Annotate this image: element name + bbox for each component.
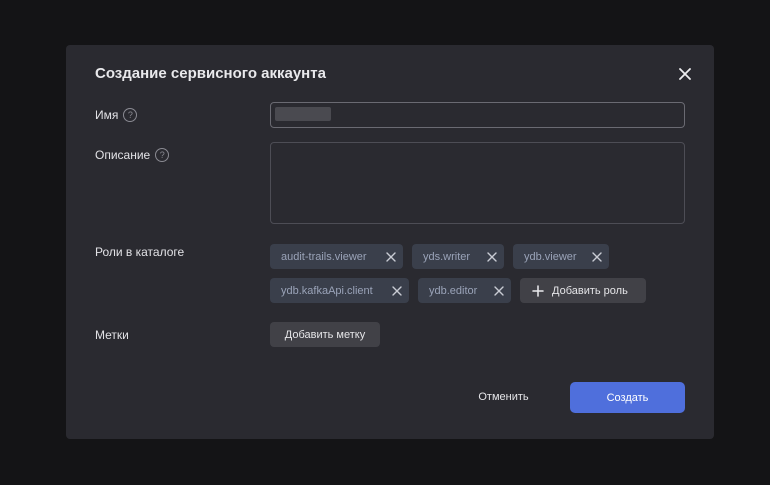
role-chip: ydb.editor [418, 278, 511, 303]
roles-label-row: Роли в каталоге [95, 245, 184, 259]
labels-label-row: Метки [95, 328, 129, 342]
add-label-text: Добавить метку [284, 328, 366, 341]
role-chip-label: ydb.viewer [524, 250, 577, 263]
close-icon [493, 285, 504, 296]
remove-role-button[interactable] [492, 284, 505, 297]
close-icon [591, 251, 602, 262]
remove-role-button[interactable] [485, 250, 498, 263]
name-input[interactable] [270, 102, 685, 128]
create-service-account-dialog: Создание сервисного аккаунта Имя ? Описа… [66, 45, 714, 439]
description-label: Описание [95, 148, 151, 162]
role-chip-label: ydb.kafkaApi.client [281, 284, 373, 297]
remove-role-button[interactable] [384, 250, 397, 263]
help-icon[interactable]: ? [123, 108, 138, 122]
help-icon[interactable]: ? [155, 148, 170, 162]
remove-role-button[interactable] [390, 284, 403, 297]
dialog-title: Создание сервисного аккаунта [95, 65, 326, 82]
add-role-label: Добавить роль [552, 284, 628, 297]
role-chip: ydb.viewer [513, 244, 609, 269]
close-icon [486, 251, 497, 262]
close-icon [385, 251, 396, 262]
role-chip: ydb.kafkaApi.client [270, 278, 409, 303]
description-label-row: Описание ? [95, 148, 170, 162]
close-icon [679, 68, 691, 80]
create-button[interactable]: Создать [570, 382, 685, 413]
cancel-button[interactable]: Отменить [461, 382, 546, 412]
close-button[interactable] [674, 65, 696, 83]
name-label-row: Имя ? [95, 108, 138, 122]
role-chip: yds.writer [412, 244, 504, 269]
add-label-button[interactable]: Добавить метку [270, 322, 380, 347]
close-icon [391, 285, 402, 296]
role-chip-label: audit-trails.viewer [281, 250, 367, 263]
redacted-name-value [275, 107, 331, 121]
add-role-button[interactable]: Добавить роль [520, 278, 646, 303]
remove-role-button[interactable] [590, 250, 603, 263]
name-label: Имя [95, 108, 119, 122]
labels-label: Метки [95, 328, 129, 342]
role-chip: audit-trails.viewer [270, 244, 403, 269]
role-chip-label: ydb.editor [429, 284, 478, 297]
roles-label: Роли в каталоге [95, 245, 185, 259]
description-textarea[interactable] [270, 142, 685, 224]
role-chip-label: yds.writer [423, 250, 471, 263]
plus-icon [532, 284, 544, 297]
